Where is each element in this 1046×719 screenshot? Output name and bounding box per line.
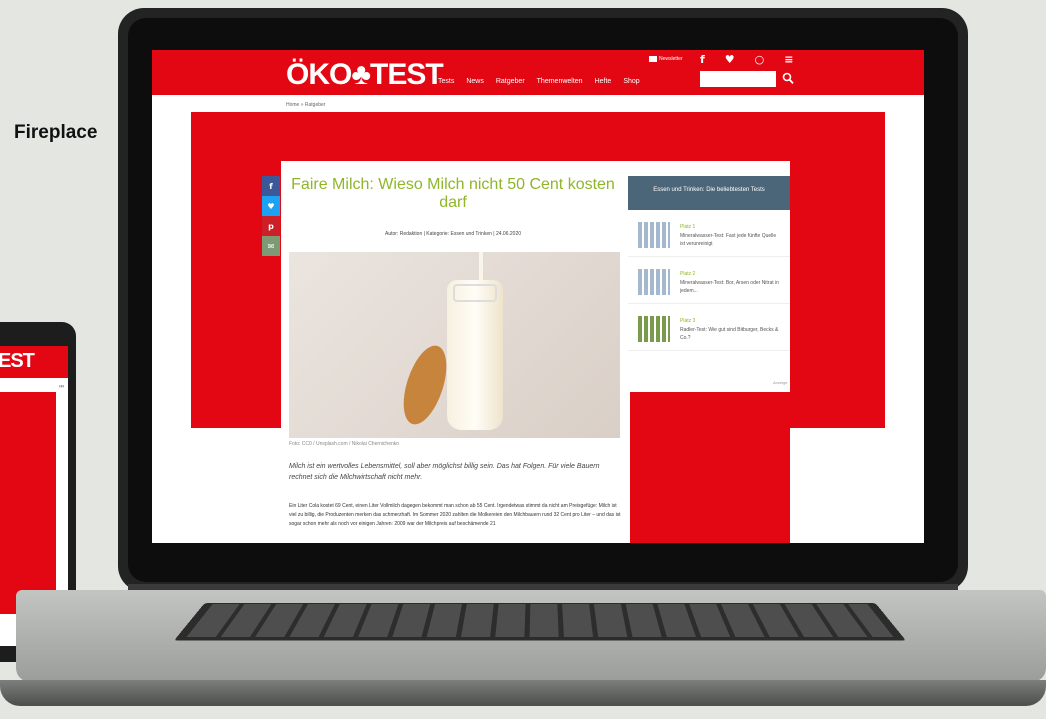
popular-tests-sidebar: Essen und Trinken: Die beliebtesten Test… — [628, 176, 790, 368]
instagram-icon[interactable]: ○ — [755, 53, 765, 66]
article-hero-image — [289, 252, 620, 438]
nav-item-ratgeber[interactable]: Ratgeber — [496, 78, 525, 85]
ad-label: Anzeige — [773, 380, 788, 385]
nav-item-news[interactable]: News — [466, 78, 484, 85]
jar-lid-image — [395, 340, 455, 430]
milk-jar-image — [447, 280, 503, 430]
tablet-header-mini: ▮▮▮ — [59, 384, 64, 388]
sidebar-item-text: Radler-Test: Wie gut sind Bitburger, Bec… — [680, 327, 779, 341]
share-pinterest-button[interactable]: p — [262, 216, 280, 236]
sidebar-item-rank: Platz 3 — [680, 318, 696, 324]
search-input[interactable] — [700, 71, 776, 87]
red-ad-block[interactable] — [630, 392, 790, 543]
twitter-icon[interactable]: ♥ — [725, 53, 735, 66]
fireplace-ad-top[interactable] — [281, 112, 790, 161]
bottle-thumbnail — [638, 316, 670, 342]
sidebar-title: Essen und Trinken: Die beliebtesten Test… — [628, 176, 790, 210]
laptop-keys — [186, 604, 894, 638]
main-nav: Tests News Ratgeber Themenwelten Hefte S… — [438, 78, 640, 85]
article-body: Ein Liter Cola kostet 69 Cent, einen Lit… — [289, 503, 621, 527]
jar-neck — [453, 284, 497, 302]
nav-item-shop[interactable]: Shop — [623, 78, 639, 85]
laptop-base-lip — [0, 680, 1046, 706]
article-lead: Milch ist ein wertvolles Lebensmittel, s… — [289, 463, 600, 481]
share-bar: f ♥ p ✉ — [262, 176, 280, 256]
site-header: ÖKO♣TEST Tests News Ratgeber Themenwelte… — [152, 50, 924, 95]
social-links: f ♥ ○ ≡ — [700, 53, 794, 66]
newsletter-label: Newsletter — [659, 56, 683, 62]
tablet-logo: EST — [0, 346, 68, 378]
bottle-thumbnail — [638, 222, 670, 248]
envelope-icon — [649, 56, 657, 62]
rss-icon[interactable]: ≡ — [784, 53, 793, 66]
nav-item-themenwelten[interactable]: Themenwelten — [537, 78, 583, 85]
nav-item-hefte[interactable]: Hefte — [595, 78, 612, 85]
share-facebook-button[interactable]: f — [262, 176, 280, 196]
article-meta: Autor: Redaktion | Kategorie: Essen und … — [384, 231, 522, 237]
fireplace-label: Fireplace — [14, 122, 98, 143]
search-icon[interactable] — [782, 71, 794, 85]
sidebar-item-rank: Platz 2 — [680, 271, 696, 277]
facebook-icon[interactable]: f — [700, 53, 705, 66]
sidebar-item-rank: Platz 1 — [680, 224, 696, 230]
share-email-button[interactable]: ✉ — [262, 236, 280, 256]
site-logo[interactable]: ÖKO♣TEST — [286, 58, 444, 92]
article-title: Faire Milch: Wieso Milch nicht 50 Cent k… — [291, 176, 615, 211]
sidebar-item[interactable]: Platz 2 Mineralwasser-Test: Bor, Arsen o… — [628, 257, 790, 304]
tablet-fireplace-ad — [0, 392, 56, 614]
newsletter-link[interactable]: Newsletter — [649, 56, 683, 62]
bottle-thumbnail — [638, 269, 670, 295]
sidebar-item-text: Mineralwasser-Test: Fast jede fünfte Que… — [680, 233, 777, 247]
share-twitter-button[interactable]: ♥ — [262, 196, 280, 216]
sidebar-item[interactable]: Platz 1 Mineralwasser-Test: Fast jede fü… — [628, 210, 790, 257]
breadcrumb[interactable]: Home » Ratgeber — [286, 102, 325, 108]
fireplace-ad-left[interactable] — [191, 112, 281, 428]
image-caption: Foto: CC0 / Unsplash.com / Nikolai Chern… — [289, 441, 400, 447]
nav-item-tests[interactable]: Tests — [438, 78, 454, 85]
fireplace-ad-right[interactable] — [790, 112, 885, 428]
sidebar-item-text: Mineralwasser-Test: Bor, Arsen oder Nitr… — [680, 280, 779, 294]
sidebar-item[interactable]: Platz 3 Radler-Test: Wie gut sind Bitbur… — [628, 304, 790, 351]
browser-screen: ÖKO♣TEST Tests News Ratgeber Themenwelte… — [152, 50, 924, 543]
